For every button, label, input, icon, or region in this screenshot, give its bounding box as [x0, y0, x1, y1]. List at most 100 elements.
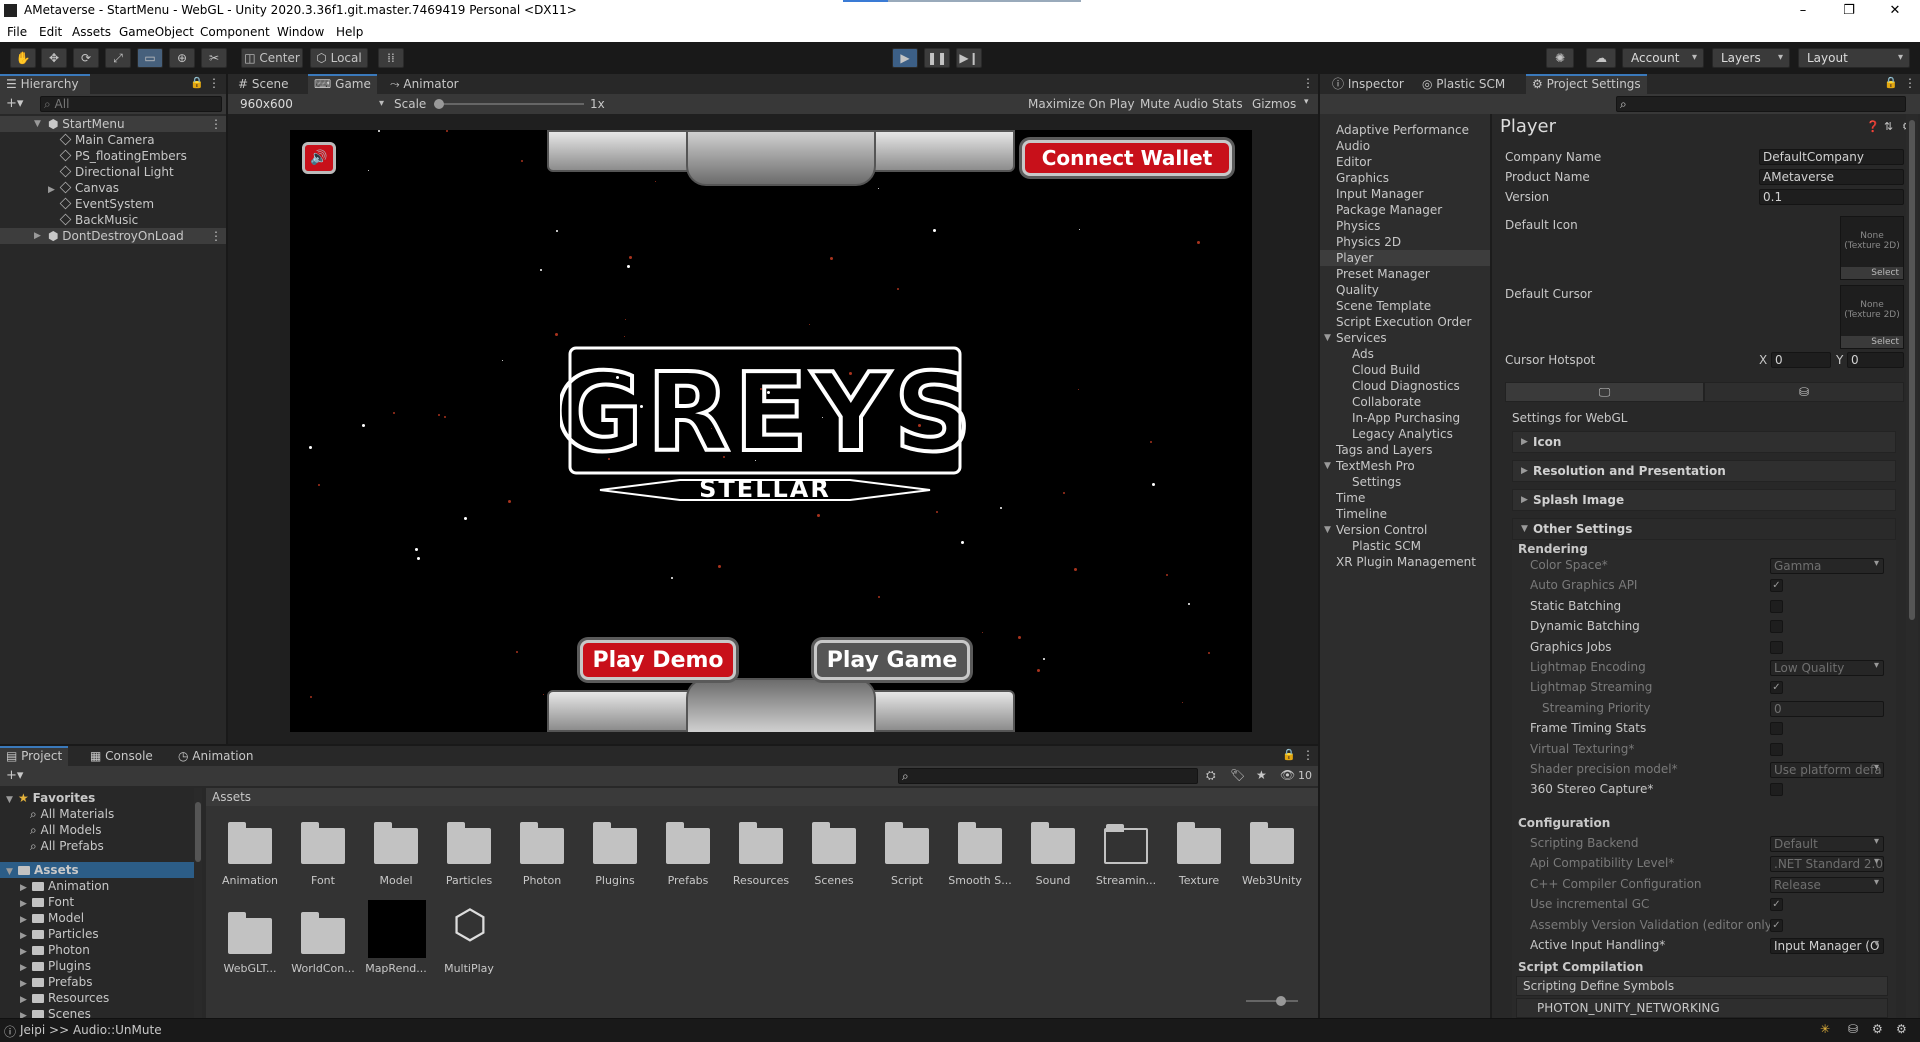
tab-project[interactable]: ▤ Project [0, 746, 69, 766]
hotspot-x-field[interactable]: 0 [1771, 352, 1831, 368]
settings-nav-item[interactable]: Graphics [1320, 170, 1490, 186]
favorites-node[interactable]: ▼ ★ Favorites [6, 790, 95, 806]
company-name-field[interactable]: DefaultCompany [1759, 149, 1904, 165]
default-cursor-slot[interactable]: None (Texture 2D) Select [1840, 285, 1904, 349]
scale-slider[interactable] [434, 99, 584, 109]
asset-label[interactable]: Font [288, 874, 358, 887]
setting-checkbox[interactable]: ✓ [1770, 898, 1783, 912]
connect-wallet-button[interactable]: Connect Wallet [1022, 140, 1232, 176]
project-folder-node[interactable]: ▶ Model [20, 910, 84, 926]
hotspot-y-field[interactable]: 0 [1847, 352, 1904, 368]
search-by-type-icon[interactable]: ⛭ [1206, 768, 1216, 783]
debug-mode-icon[interactable]: ⚙ [1872, 1022, 1883, 1036]
asset-label[interactable]: MultiPlay [434, 962, 504, 975]
collapse-arrow-icon[interactable]: ▶ [48, 182, 60, 198]
layout-dropdown[interactable]: Layout [1798, 48, 1910, 68]
icon-size-slider-thumb[interactable] [1276, 996, 1286, 1006]
settings-nav-item[interactable]: Quality [1320, 282, 1490, 298]
menu-window[interactable]: Window [277, 25, 324, 39]
settings-scrollbar[interactable] [1906, 114, 1918, 1018]
setting-checkbox[interactable]: ✓ [1770, 918, 1783, 932]
settings-nav-item[interactable]: Package Manager [1320, 202, 1490, 218]
cloud-icon[interactable]: ☁ [1586, 48, 1616, 68]
asset-label[interactable]: Model [361, 874, 431, 887]
settings-nav-item[interactable]: ▼ Services [1320, 330, 1490, 346]
close-button[interactable]: ✕ [1872, 0, 1918, 22]
setting-checkbox[interactable] [1770, 640, 1783, 654]
tab-game[interactable]: ⌨ Game [308, 74, 377, 94]
settings-search-input[interactable]: ⌕ [1616, 96, 1906, 112]
collab-icon[interactable]: ✺ [1546, 48, 1574, 68]
scene-menu-icon[interactable]: ⋮ [210, 116, 222, 132]
resolution-dropdown[interactable]: 960x600 [232, 95, 390, 115]
menu-gameobject[interactable]: GameObject [119, 25, 194, 39]
asset-label[interactable]: Animation [215, 874, 285, 887]
settings-nav-item[interactable]: ▼ TextMesh Pro [1320, 458, 1490, 474]
asset-label[interactable]: Plugins [580, 874, 650, 887]
settings-nav-item[interactable]: XR Plugin Management [1320, 554, 1490, 570]
expand-arrow-icon[interactable]: ▼ [1324, 458, 1331, 474]
define-symbol-item[interactable]: PHOTON_UNITY_NETWORKING [1516, 998, 1888, 1018]
setting-dropdown[interactable]: .NET Standard 2.0 [1770, 856, 1884, 873]
setting-dropdown[interactable]: Default [1770, 836, 1884, 852]
custom-tool-icon[interactable]: ✂ [201, 48, 227, 68]
auto-generate-lighting-icon[interactable]: ⚙ [1896, 1022, 1907, 1036]
settings-nav-item[interactable]: Input Manager [1320, 186, 1490, 202]
asset-label[interactable]: Sound [1018, 874, 1088, 887]
scene-row[interactable]: ▼ ⬢ StartMenu ⋮ [0, 116, 226, 132]
setting-checkbox[interactable]: ✓ [1770, 681, 1783, 695]
account-dropdown[interactable]: Account [1622, 48, 1704, 68]
menu-file[interactable]: File [7, 25, 27, 39]
pivot-local-button[interactable]: ⬡ Local [310, 48, 368, 68]
setting-dropdown[interactable]: Gamma [1770, 558, 1884, 574]
setting-checkbox[interactable]: ✓ [1770, 579, 1783, 593]
settings-nav-item[interactable]: Player [1320, 250, 1490, 266]
tab-scene[interactable]: # Scene [232, 74, 294, 94]
project-folder-node[interactable]: ▶ Particles [20, 926, 99, 942]
rotate-tool-icon[interactable]: ⟳ [73, 48, 99, 68]
game-menu-icon[interactable]: ⋮ [1302, 76, 1314, 90]
setting-checkbox[interactable] [1770, 620, 1783, 634]
asset-folder-icon[interactable] [228, 912, 272, 954]
lock-icon[interactable]: 🔒 [1282, 748, 1296, 761]
favorite-icon[interactable]: ★ [1256, 768, 1267, 782]
asset-label[interactable]: Script [872, 874, 942, 887]
move-tool-icon[interactable]: ✥ [41, 48, 67, 68]
settings-nav-item[interactable]: Adaptive Performance [1320, 122, 1490, 138]
tab-project-settings[interactable]: ⚙ Project Settings [1526, 74, 1647, 94]
asset-label[interactable]: Prefabs [653, 874, 723, 887]
asset-folder-icon[interactable] [228, 822, 272, 864]
favorite-item[interactable]: ⌕ All Materials [30, 806, 114, 822]
menu-assets[interactable]: Assets [72, 25, 111, 39]
menu-help[interactable]: Help [336, 25, 363, 39]
settings-nav-item[interactable]: Tags and Layers [1320, 442, 1490, 458]
asset-folder-icon[interactable] [958, 822, 1002, 864]
settings-nav-item[interactable]: Timeline [1320, 506, 1490, 522]
sound-toggle-icon[interactable]: 🔊 [302, 142, 336, 174]
settings-nav-item[interactable]: Plastic SCM [1320, 538, 1490, 554]
game-view[interactable]: 🔊 Connect Wallet GREYS STELLAR Play Demo… [290, 130, 1252, 732]
asset-folder-icon[interactable] [301, 822, 345, 864]
icon-foldout[interactable]: ▶ Icon [1512, 431, 1896, 453]
settings-nav-item[interactable]: Collaborate [1320, 394, 1490, 410]
menu-edit[interactable]: Edit [39, 25, 62, 39]
asset-label[interactable]: MapRend... [361, 962, 431, 975]
breadcrumb-assets[interactable]: Assets [212, 790, 251, 804]
hierarchy-item[interactable]: BackMusic [59, 212, 138, 228]
asset-folder-icon[interactable] [301, 912, 345, 954]
asset-folder-icon[interactable] [1250, 822, 1294, 864]
grid-snap-icon[interactable]: ⁞⁞ [378, 48, 404, 68]
collapse-arrow-icon[interactable]: ▶ [34, 228, 46, 244]
layers-dropdown[interactable]: Layers [1712, 48, 1790, 68]
maximize-on-play-toggle[interactable]: Maximize On Play [1028, 97, 1135, 111]
gizmos-toggle[interactable]: Gizmos [1252, 97, 1296, 111]
product-name-field[interactable]: AMetaverse [1759, 169, 1904, 185]
resolution-foldout[interactable]: ▶ Resolution and Presentation [1512, 460, 1896, 482]
setting-dropdown[interactable]: Release [1770, 876, 1884, 893]
project-folder-node[interactable]: ▶ Plugins [20, 958, 91, 974]
asset-label[interactable]: Texture [1164, 874, 1234, 887]
preset-icon[interactable]: ⇅ [1884, 120, 1893, 133]
tab-console[interactable]: ▦ Console [84, 746, 159, 766]
settings-nav-item[interactable]: Settings [1320, 474, 1490, 490]
asset-label[interactable]: Streamin... [1091, 874, 1161, 887]
